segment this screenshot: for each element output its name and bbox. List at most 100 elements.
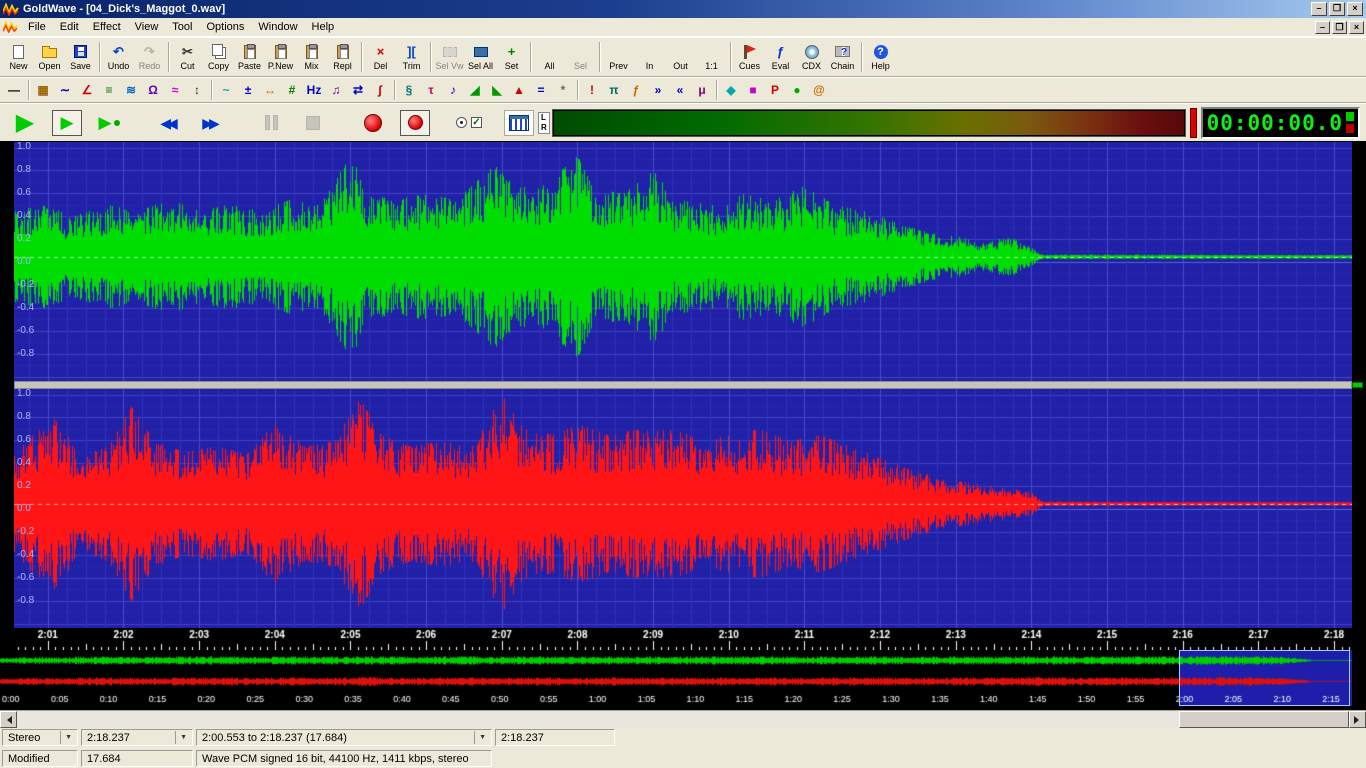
paste-button[interactable]: Paste [234,39,265,76]
cdx-button[interactable]: CDX [796,39,827,76]
child-restore-button[interactable]: ❐ [1332,21,1347,34]
play-from-button[interactable]: ▶ [90,108,128,138]
max-volume-button[interactable]: ▲ [508,79,530,101]
zoom-1-1-button[interactable]: 1:1 [696,39,727,76]
chain-button[interactable]: Chain [827,39,858,76]
save-button[interactable]: Save [65,39,96,76]
pop-click-button[interactable]: ! [581,79,603,101]
select-all-button[interactable]: Sel All [465,39,496,76]
time-warp-button[interactable]: τ [420,79,442,101]
channel-mixer-button[interactable]: ■ [742,79,764,101]
position-dropdown[interactable]: 2:18.237 ▼ [81,729,193,746]
filter-button[interactable]: Ω [142,79,164,101]
channel-mode-dropdown[interactable]: Stereo ▼ [2,729,78,746]
copy-button[interactable]: Copy [203,39,234,76]
fast-forward-icon: ▶▶ [202,115,220,131]
pan-button[interactable]: ↔ [259,79,281,101]
smoother-button[interactable]: § [398,79,420,101]
restore-button[interactable]: ❐ [1329,2,1345,16]
mechanize-button[interactable]: ▦ [32,79,54,101]
scroll-right-button[interactable] [1349,711,1366,728]
offset-button[interactable]: ± [237,79,259,101]
set-selection-button[interactable]: +Set [496,39,527,76]
voice-over-button[interactable]: μ [691,79,713,101]
splitter-grip[interactable] [1352,382,1363,388]
record-selection-button[interactable] [396,108,434,138]
new-button[interactable]: New [3,39,34,76]
menu-item-edit[interactable]: Edit [53,19,86,35]
interpolate-button[interactable]: ~ [215,79,237,101]
fade-in-button[interactable]: ◢ [464,79,486,101]
rewind-button[interactable]: ◀◀ [150,108,188,138]
play-button[interactable]: ▶ [6,108,44,138]
menu-item-view[interactable]: View [128,19,166,35]
volume-button[interactable]: ♪ [442,79,464,101]
noise-reduction-button[interactable]: * [552,79,574,101]
cues-button[interactable]: Cues [734,39,765,76]
toolbar-separator [168,42,169,72]
child-close-button[interactable]: × [1349,21,1364,34]
paste-new-button[interactable]: P.New [265,39,296,76]
zoom-out-button[interactable]: Out [665,39,696,76]
child-minimize-button[interactable]: – [1315,21,1330,34]
horizontal-scrollbar[interactable] [0,710,1366,727]
menu-item-window[interactable]: Window [251,19,304,35]
delete-button[interactable]: ×Del [365,39,396,76]
zoom-all-button[interactable]: All [534,39,565,76]
menu-item-file[interactable]: File [21,19,53,35]
match-volume-button[interactable]: = [530,79,552,101]
speed-button[interactable]: « [669,79,691,101]
flanger-button[interactable]: ≈ [164,79,186,101]
device-radio[interactable] [456,117,467,128]
levels-button[interactable] [504,110,534,136]
record-button[interactable] [354,108,392,138]
scroll-left-button[interactable] [0,711,17,728]
echo-button[interactable]: ≡ [98,79,120,101]
stereo-center-button[interactable]: ◆ [720,79,742,101]
monitor-button[interactable]: ● [786,79,808,101]
cue-marker-button[interactable]: P [764,79,786,101]
open-button[interactable]: Open [34,39,65,76]
playback-rate-button[interactable]: » [647,79,669,101]
undo-button[interactable]: ↶Undo [103,39,134,76]
left-channel-waveform[interactable]: 1.00.80.60.40.20.0-0.2-0.4-0.6-0.8 [14,142,1352,381]
equalizer-button[interactable]: ≋ [120,79,142,101]
overview-panel[interactable] [0,650,1366,710]
zoom-previous-button[interactable]: Prev [603,39,634,76]
expression-button[interactable]: ƒ [625,79,647,101]
pitch-button[interactable]: # [281,79,303,101]
fast-forward-button[interactable]: ▶▶ [192,108,230,138]
selection-dropdown[interactable]: 2:00.553 to 2:18.237 (17.684) ▼ [196,729,492,746]
trim-button[interactable]: ][Trim [396,39,427,76]
dynamics-button[interactable]: ∠ [76,79,98,101]
silence-button[interactable]: — [3,79,25,101]
fade-in-icon: ◢ [470,83,479,97]
menu-item-options[interactable]: Options [199,19,251,35]
resample-button[interactable]: Hz [303,79,325,101]
fade-out-button[interactable]: ◣ [486,79,508,101]
evaluate-button[interactable]: ƒEval [765,39,796,76]
scrollbar-thumb[interactable] [1179,711,1349,728]
minimize-button[interactable]: – [1311,2,1327,16]
close-button[interactable]: × [1347,2,1363,16]
doppler-button[interactable]: ∼ [54,79,76,101]
reverb-button[interactable]: ♫ [325,79,347,101]
reverse-button[interactable]: ⇄ [347,79,369,101]
menu-item-tool[interactable]: Tool [165,19,199,35]
zoom-in-button[interactable]: In [634,39,665,76]
channel-splitter[interactable] [14,381,1352,389]
monitor-checkbox[interactable]: ✓ [471,117,482,128]
time-ruler[interactable] [14,628,1352,650]
right-channel-waveform[interactable]: 1.00.80.60.40.20.0-0.2-0.4-0.6-0.8 [14,389,1352,628]
help-button[interactable]: ?Help [865,39,896,76]
invert-button[interactable]: ↕ [186,79,208,101]
cut-button[interactable]: ✂Cut [172,39,203,76]
parametric-eq-button[interactable]: π [603,79,625,101]
menu-item-effect[interactable]: Effect [86,19,128,35]
mail-button[interactable]: @ [808,79,830,101]
shape-volume-button[interactable]: ∫ [369,79,391,101]
mix-button[interactable]: Mix [296,39,327,76]
menu-item-help[interactable]: Help [305,19,342,35]
play-selection-button[interactable]: ▶ [48,108,86,138]
replace-button[interactable]: Repl [327,39,358,76]
